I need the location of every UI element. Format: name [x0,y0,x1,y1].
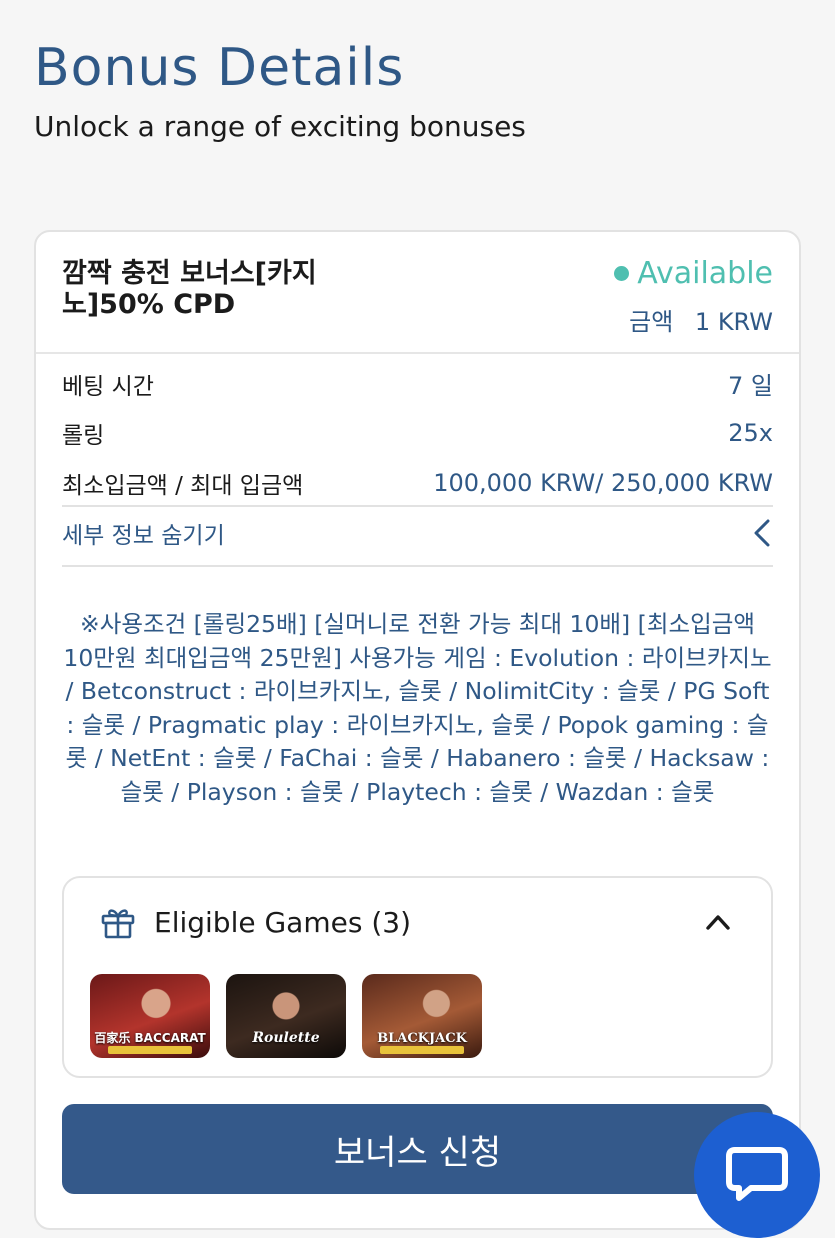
bonus-card: 깜짝 충전 보너스[카지노]50% CPD Available 금액 1 KRW… [34,230,801,1230]
divider [62,505,773,507]
detail-label: 최소입금액 / 최대 입금액 [62,473,304,499]
thumbnail-banner [380,1046,464,1054]
thumbnail-banner [108,1046,192,1054]
status-badge: Available [614,256,773,291]
eligible-games-list: 百家乐 BACCARAT Roulette BLACKJACK [90,974,482,1058]
game-thumbnail-baccarat[interactable]: 百家乐 BACCARAT [90,974,210,1058]
divider [62,565,773,567]
chevron-up-icon[interactable] [705,913,731,931]
page-title: Bonus Details [34,38,405,98]
gift-icon [101,909,135,939]
detail-value: 7 일 [728,372,773,400]
apply-bonus-button[interactable]: 보너스 신청 [62,1104,773,1194]
eligible-games-panel: Eligible Games (3) 百家乐 BACCARAT Roulette… [62,876,773,1078]
game-thumbnail-blackjack[interactable]: BLACKJACK [362,974,482,1058]
status-dot-icon [614,266,630,281]
bonus-terms: ※사용조건 [롤링25배] [실머니로 전환 가능 최대 10배] [최소입금액… [63,610,772,806]
eligible-games-header[interactable]: Eligible Games (3) [100,904,731,940]
status-text: Available [637,256,773,291]
bonus-amount: 금액 1 KRW [629,302,773,337]
bonus-card-header: 깜짝 충전 보너스[카지노]50% CPD Available 금액 1 KRW [36,232,799,354]
detail-row-deposit-range: 최소입금액 / 최대 입금액 100,000 KRW/ 250,000 KRW [62,466,773,500]
hide-details-toggle[interactable]: 세부 정보 숨기기 [62,516,773,550]
eligible-games-title: Eligible Games (3) [154,905,411,939]
chat-bubble-icon [726,1147,788,1201]
detail-label: 롤링 [62,423,105,449]
bonus-name: 깜짝 충전 보너스[카지노]50% CPD [62,258,317,320]
detail-row-betting-time: 베팅 시간 7 일 [62,366,773,401]
game-thumbnail-roulette[interactable]: Roulette [226,974,346,1058]
amount-label: 금액 [629,308,674,336]
detail-row-rolling: 롤링 25x [62,416,773,450]
amount-value: 1 KRW [694,308,773,336]
game-thumbnail-label: 百家乐 BACCARAT [94,1031,206,1045]
detail-label: 베팅 시간 [62,373,154,400]
hide-details-label: 세부 정보 숨기기 [62,523,225,549]
game-thumbnail-label: BLACKJACK [377,1031,467,1046]
game-thumbnail-label: Roulette [252,1030,320,1046]
chevron-left-icon [754,519,770,547]
detail-value: 25x [728,419,773,447]
chat-button[interactable] [694,1112,820,1238]
page-subtitle: Unlock a range of exciting bonuses [34,110,526,143]
detail-value: 100,000 KRW/ 250,000 KRW [433,469,773,497]
